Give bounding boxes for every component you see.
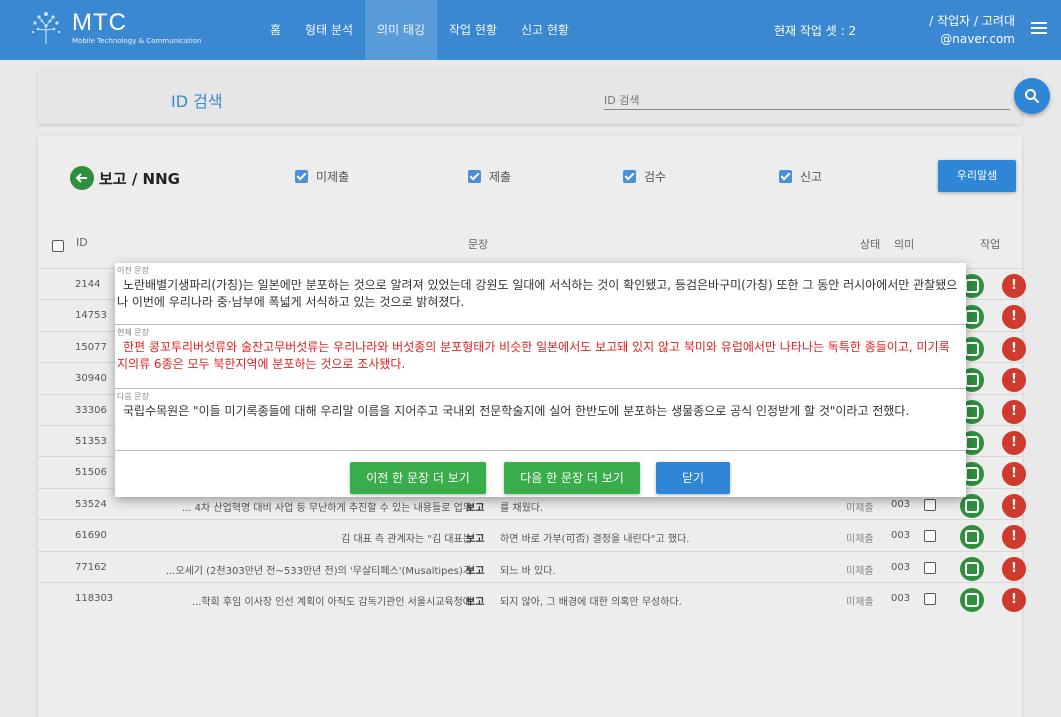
- nav-morph-analysis[interactable]: 형태 분석: [293, 0, 365, 60]
- show-next-sentence-button[interactable]: 다음 한 문장 더 보기: [504, 462, 640, 494]
- nav-sense-tagging[interactable]: 의미 태깅: [365, 0, 438, 60]
- current-sentence-text: 한편 콩꼬투리버섯류와 술잔고무버섯류는 우리나라와 버섯종의 분포형태가 비슷…: [117, 340, 950, 371]
- current-set-label: 현재 작업 셋 : 2: [774, 24, 857, 38]
- current-sentence-label: 현재 문장: [117, 328, 149, 337]
- prev-sentence-text: 노란배별기생파리(가칭)는 일본에만 분포하는 것으로 알려져 있었는데 강원도…: [117, 278, 958, 309]
- next-sentence-section: 다음 문장 국립수목원은 "이들 미기록종들에 대해 우리말 이름을 지어주고 …: [115, 389, 966, 451]
- prev-sentence-section: 이전 문장 노란배별기생파리(가칭)는 일본에만 분포하는 것으로 알려져 있었…: [115, 263, 966, 325]
- main-nav: 홈 형태 분석 의미 태깅 작업 현황 신고 현황: [258, 0, 581, 60]
- close-button[interactable]: 닫기: [656, 462, 730, 494]
- prev-sentence-label: 이전 문장: [117, 266, 149, 275]
- user-name: / 작업자 / 고려대: [929, 14, 1015, 28]
- logo-subtitle: Mobile Technology & Communication: [72, 37, 202, 45]
- top-navbar: MTC Mobile Technology & Communication 홈 …: [0, 0, 1061, 60]
- user-info: / 작업자 / 고려대 @naver.com: [929, 12, 1015, 48]
- show-prev-sentence-button[interactable]: 이전 한 문장 더 보기: [350, 462, 486, 494]
- current-sentence-section: 현재 문장 한편 콩꼬투리버섯류와 술잔고무버섯류는 우리나라와 버섯종의 분포…: [115, 325, 966, 389]
- nav-report-status[interactable]: 신고 현황: [509, 0, 581, 60]
- logo-tree-icon: [26, 8, 66, 48]
- context-modal: 이전 문장 노란배별기생파리(가칭)는 일본에만 분포하는 것으로 알려져 있었…: [115, 263, 966, 497]
- logo-title: MTC: [72, 9, 127, 36]
- user-email: @naver.com: [940, 32, 1015, 46]
- logo[interactable]: MTC Mobile Technology & Communication: [26, 8, 201, 48]
- nav-home[interactable]: 홈: [258, 0, 293, 60]
- nav-work-status[interactable]: 작업 현황: [437, 0, 509, 60]
- next-sentence-text: 국립수목원은 "이들 미기록종들에 대해 우리말 이름을 지어주고 국내외 전문…: [123, 404, 910, 418]
- next-sentence-label: 다음 문장: [117, 392, 149, 401]
- hamburger-menu-icon[interactable]: [1031, 22, 1047, 36]
